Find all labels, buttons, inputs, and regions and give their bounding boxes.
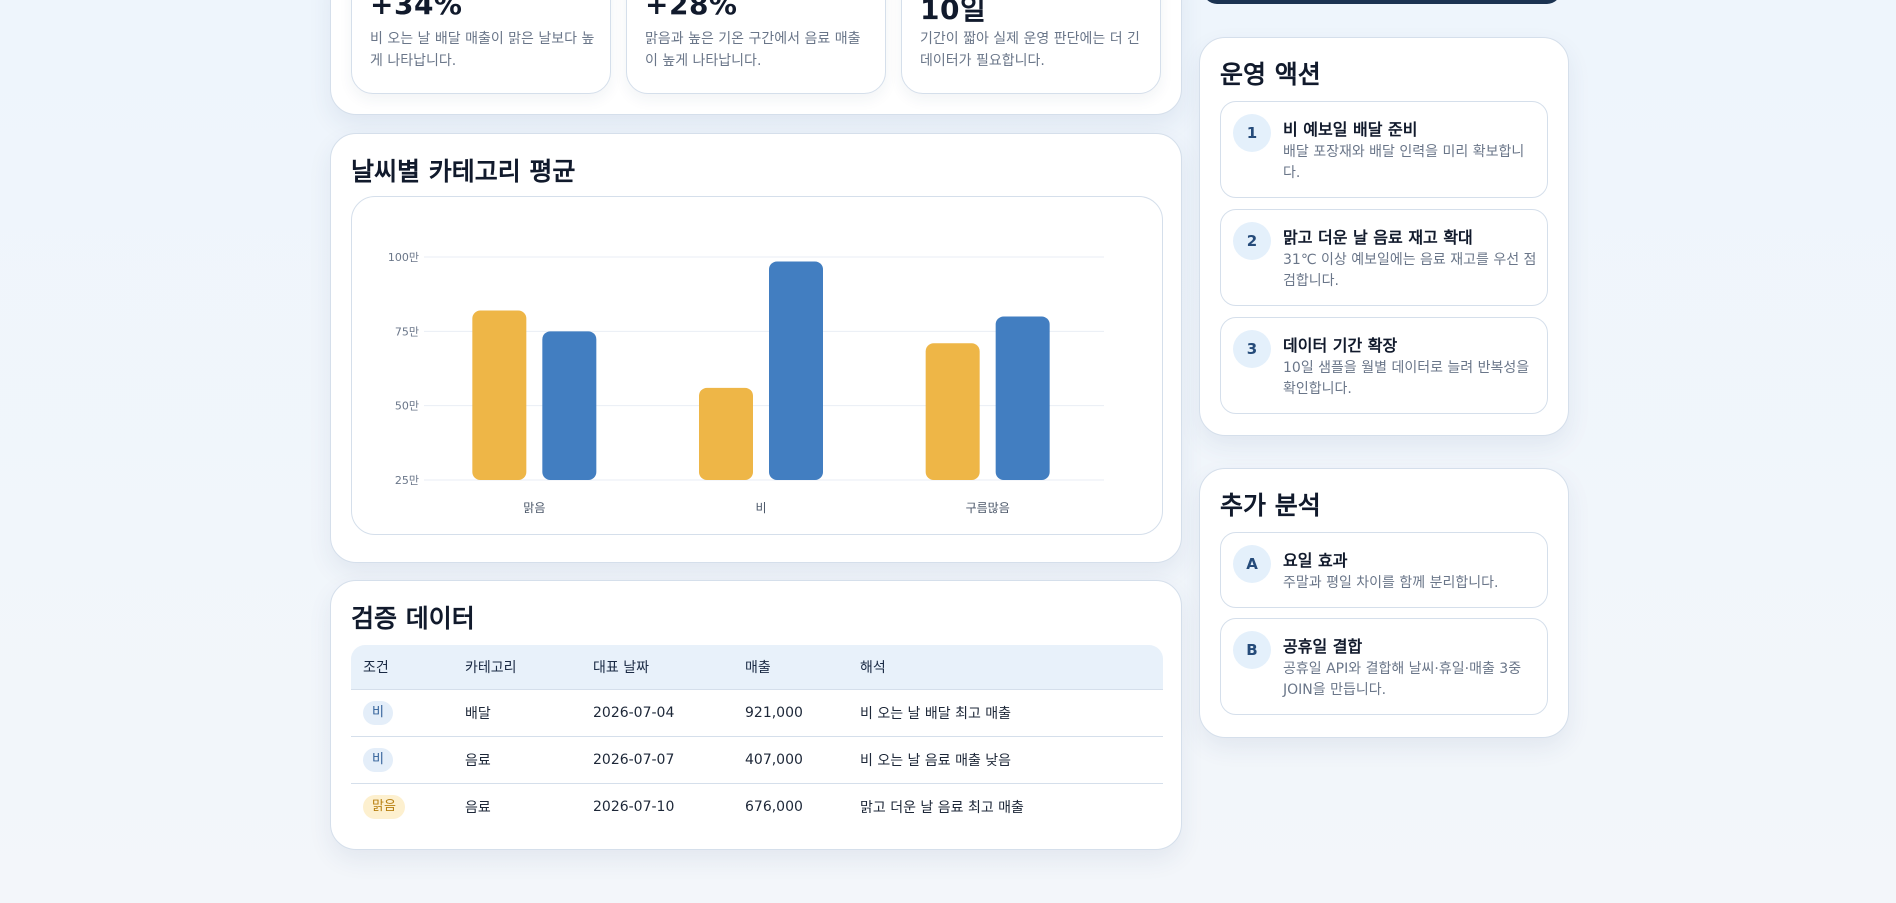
condition-badge: 맑음 <box>363 794 405 819</box>
actions-title: 운영 액션 <box>1220 60 1321 89</box>
action-item-2: 2 맑고 더운 날 음료 재고 확대 31℃ 이상 예보일에는 음료 재고를 우… <box>1220 209 1548 306</box>
analysis-item-desc: 주말과 평일 차이를 함께 분리합니다. <box>1283 575 1499 591</box>
cell-date: 2026-07-07 <box>581 735 733 783</box>
analysis-item-title: 요일 효과 <box>1283 551 1348 570</box>
cell-date: 2026-07-04 <box>581 688 733 736</box>
kpi-card-period: 10일 기간이 짧아 실제 운영 판단에는 더 긴 데이터가 필요합니다. <box>901 0 1161 94</box>
cell-sales: 407,000 <box>733 735 848 783</box>
analysis-card: 추가 분석 A 요일 효과 주말과 평일 차이를 함께 분리합니다. B 공휴일… <box>1199 468 1569 738</box>
step-number: 2 <box>1233 222 1271 260</box>
table-header-row: 조건 카테고리 대표 날짜 매출 해석 <box>351 645 1163 689</box>
bar-series-b <box>995 316 1050 480</box>
action-desc: 10일 샘플을 월별 데이터로 늘려 반복성을 확인합니다. <box>1283 360 1530 397</box>
kpi-card-delivery: +34% 비 오는 날 배달 매출이 맑은 날보다 높게 나타납니다. <box>351 0 611 94</box>
header-category: 카테고리 <box>465 659 517 676</box>
y-tick-label: 100만 <box>388 251 419 264</box>
kpi-card-drink: +28% 맑음과 높은 기온 구간에서 음료 매출이 높게 나타납니다. <box>626 0 886 94</box>
cell-category: 배달 <box>453 688 581 736</box>
action-desc: 31℃ 이상 예보일에는 음료 재고를 우선 점검합니다. <box>1283 252 1537 289</box>
table-row: 비 배달 2026-07-04 921,000 비 오는 날 배달 최고 매출 <box>351 688 1163 736</box>
action-desc: 배달 포장재와 배달 인력을 미리 확보합니다. <box>1283 144 1525 181</box>
kpi-section: +34% 비 오는 날 배달 매출이 맑은 날보다 높게 나타납니다. +28%… <box>330 0 1182 115</box>
chart-title: 날씨별 카테고리 평균 <box>351 157 576 186</box>
cell-sales: 921,000 <box>733 688 848 736</box>
cell-note: 맑고 더운 날 음료 최고 매출 <box>848 782 1163 830</box>
y-tick-label: 25만 <box>395 474 419 487</box>
header-date: 대표 날짜 <box>593 659 649 676</box>
y-tick-label: 75만 <box>395 325 419 338</box>
x-category-label: 맑음 <box>523 501 545 515</box>
step-number: 3 <box>1233 330 1271 368</box>
bar-series-a <box>925 343 980 480</box>
table-row: 비 음료 2026-07-07 407,000 비 오는 날 음료 매출 낮음 <box>351 735 1163 783</box>
y-tick-label: 50만 <box>395 400 419 413</box>
table-row: 맑음 음료 2026-07-10 676,000 맑고 더운 날 음료 최고 매… <box>351 782 1163 830</box>
table-title: 검증 데이터 <box>351 604 475 633</box>
action-title: 맑고 더운 날 음료 재고 확대 <box>1283 228 1473 247</box>
cell-sales: 676,000 <box>733 782 848 830</box>
bar-series-a <box>699 387 753 480</box>
header-condition: 조건 <box>363 659 389 676</box>
kpi-value: 10일 <box>920 0 987 26</box>
action-item-3: 3 데이터 기간 확장 10일 샘플을 월별 데이터로 늘려 반복성을 확인합니… <box>1220 317 1548 414</box>
analysis-item-b: B 공휴일 결합 공휴일 API와 결합해 날씨·휴일·매출 3중 JOIN을 … <box>1220 618 1548 715</box>
cell-date: 2026-07-10 <box>581 782 733 830</box>
kpi-value: +28% <box>645 0 738 21</box>
bar-series-b <box>769 261 823 480</box>
cell-category: 음료 <box>453 782 581 830</box>
item-letter: A <box>1233 545 1271 583</box>
bar-series-b <box>542 331 597 480</box>
kpi-desc: 맑음과 높은 기온 구간에서 음료 매출이 높게 나타납니다. <box>645 31 861 69</box>
kpi-desc: 기간이 짧아 실제 운영 판단에는 더 긴 데이터가 필요합니다. <box>920 31 1140 69</box>
x-category-label: 구름많음 <box>966 501 1010 515</box>
analysis-item-title: 공휴일 결합 <box>1283 637 1363 656</box>
cell-note: 비 오는 날 배달 최고 매출 <box>848 688 1163 736</box>
cell-note: 비 오는 날 음료 매출 낮음 <box>848 735 1163 783</box>
condition-badge: 비 <box>363 747 393 772</box>
chart-card: 날씨별 카테고리 평균 25만 50만 75만 100만맑음 비 구름많음 <box>330 133 1182 563</box>
kpi-desc: 비 오는 날 배달 매출이 맑은 날보다 높게 나타납니다. <box>370 31 595 69</box>
action-title: 데이터 기간 확장 <box>1283 336 1398 355</box>
table-card: 검증 데이터 조건 카테고리 대표 날짜 매출 해석 비 배달 2026-07-… <box>330 580 1182 850</box>
condition-badge: 비 <box>363 700 393 725</box>
header-note: 해석 <box>860 659 886 676</box>
item-letter: B <box>1233 631 1271 669</box>
chart-frame: 25만 50만 75만 100만맑음 비 구름많음 <box>351 196 1163 535</box>
analysis-title: 추가 분석 <box>1220 491 1321 520</box>
kpi-value: +34% <box>370 0 463 21</box>
x-category-label: 비 <box>755 501 766 515</box>
analysis-item-a: A 요일 효과 주말과 평일 차이를 함께 분리합니다. <box>1220 532 1548 608</box>
action-title: 비 예보일 배달 준비 <box>1283 120 1418 139</box>
cell-category: 음료 <box>453 735 581 783</box>
analysis-item-desc: 공휴일 API와 결합해 날씨·휴일·매출 3중 JOIN을 만듭니다. <box>1283 661 1522 698</box>
header-sales: 매출 <box>745 659 771 676</box>
step-number: 1 <box>1233 114 1271 152</box>
actions-card: 운영 액션 1 비 예보일 배달 준비 배달 포장재와 배달 인력을 미리 확보… <box>1199 37 1569 436</box>
top-dark-card <box>1203 0 1561 4</box>
bar-series-a <box>472 310 527 480</box>
bar-chart: 25만 50만 75만 100만맑음 비 구름많음 <box>388 251 1104 515</box>
action-item-1: 1 비 예보일 배달 준비 배달 포장재와 배달 인력을 미리 확보합니다. <box>1220 101 1548 198</box>
validation-table: 조건 카테고리 대표 날짜 매출 해석 비 배달 2026-07-04 921,… <box>351 645 1163 830</box>
